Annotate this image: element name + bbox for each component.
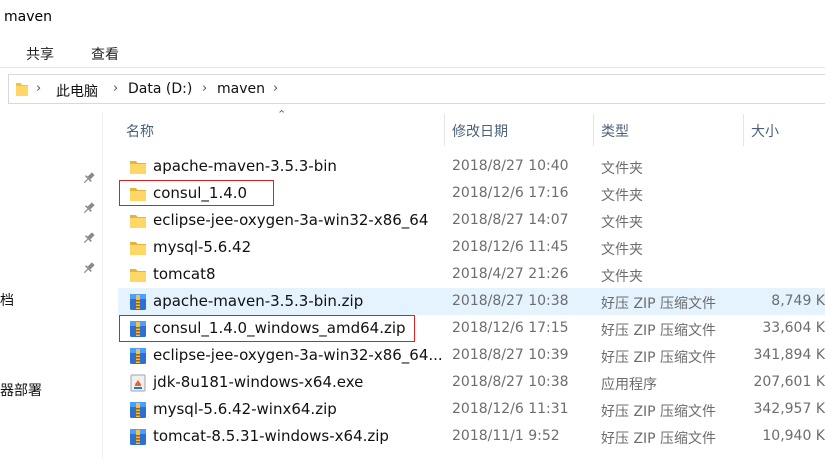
pin-icon[interactable] (81, 170, 97, 186)
file-type: 好压 ZIP 压缩文件 (601, 350, 717, 366)
column-size[interactable]: 大小 (751, 121, 779, 141)
file-row[interactable]: eclipse-jee-oxygen-3a-win32-x86_64 2018/8… (118, 207, 825, 234)
file-name: jdk-8u181-windows-x64.exe (153, 373, 364, 391)
zip-archive-icon (128, 400, 148, 420)
column-divider[interactable] (593, 114, 594, 146)
file-type: 好压 ZIP 压缩文件 (601, 296, 717, 312)
nav-item-partial[interactable]: 器部署 (0, 380, 42, 400)
file-name: mysql-5.6.42 (153, 238, 252, 256)
file-name: apache-maven-3.5.3-bin (153, 157, 337, 175)
file-name: eclipse-jee-oxygen-3a-win32-x86_64... (153, 346, 443, 364)
file-size: 341,894 K (753, 347, 825, 363)
file-size: 207,601 K (753, 374, 825, 390)
file-type: 好压 ZIP 压缩文件 (601, 431, 717, 447)
folder-icon (128, 265, 148, 285)
file-date: 2018/12/6 17:15 (452, 320, 569, 336)
file-name: tomcat8 (153, 265, 216, 283)
folder-icon (15, 81, 29, 101)
zip-archive-icon (128, 427, 148, 447)
pin-icon[interactable] (81, 230, 97, 246)
file-row[interactable]: jdk-8u181-windows-x64.exe 2018/8/27 10:38… (118, 369, 825, 396)
chevron-right-icon[interactable]: › (36, 81, 41, 96)
column-date[interactable]: 修改日期 (452, 121, 508, 141)
file-date: 2018/8/27 10:38 (452, 374, 569, 390)
title-bar: maven (0, 0, 825, 36)
nav-item-partial[interactable]: 档 (0, 290, 14, 310)
column-divider[interactable] (743, 114, 744, 146)
file-name: eclipse-jee-oxygen-3a-win32-x86_64 (153, 211, 429, 229)
file-date: 2018/8/27 10:40 (452, 158, 569, 174)
file-row[interactable]: tomcat8 2018/4/27 21:26 文件夹 (118, 261, 825, 288)
file-list: ⌃ 名称 修改日期 类型 大小 apache-maven-3.5.3-bin 20… (118, 108, 825, 459)
sort-ascending-icon: ⌃ (277, 108, 287, 121)
folder-icon (128, 238, 148, 258)
chevron-right-icon[interactable]: › (273, 81, 278, 96)
chevron-right-icon[interactable]: › (202, 81, 207, 96)
file-type: 文件夹 (601, 242, 643, 258)
column-type[interactable]: 类型 (601, 121, 629, 141)
file-type: 文件夹 (601, 188, 643, 204)
zip-archive-icon (128, 346, 148, 366)
tab-view[interactable]: 查看 (91, 44, 119, 64)
pin-icon[interactable] (81, 200, 97, 216)
file-row[interactable]: apache-maven-3.5.3-bin 2018/8/27 10:40 文件夹 (118, 153, 825, 180)
file-date: 2018/12/6 11:31 (452, 401, 569, 417)
annotation-box (119, 180, 274, 206)
file-date: 2018/8/27 10:38 (452, 293, 569, 309)
file-name: tomcat-8.5.31-windows-x64.zip (153, 427, 389, 445)
breadcrumb-maven[interactable]: maven (217, 81, 265, 97)
tab-share[interactable]: 共享 (26, 44, 54, 64)
file-date: 2018/4/27 21:26 (452, 266, 569, 282)
file-row[interactable]: mysql-5.6.42-winx64.zip 2018/12/6 11:31 好压… (118, 396, 825, 423)
chevron-right-icon[interactable]: › (113, 81, 118, 96)
file-date: 2018/12/6 17:16 (452, 185, 569, 201)
file-type: 文件夹 (601, 215, 643, 231)
file-row[interactable]: apache-maven-3.5.3-bin.zip 2018/8/27 10:3… (118, 288, 825, 315)
ribbon: 共享 查看 (0, 36, 825, 68)
file-row[interactable]: tomcat-8.5.31-windows-x64.zip 2018/11/1 9… (118, 423, 825, 450)
folder-icon (128, 211, 148, 231)
file-type: 好压 ZIP 压缩文件 (601, 404, 717, 420)
column-header: ⌃ 名称 修改日期 类型 大小 (118, 108, 825, 148)
annotation-box (119, 315, 415, 342)
window-title: maven (4, 9, 52, 25)
zip-archive-icon (128, 292, 148, 312)
column-name[interactable]: 名称 (126, 121, 154, 141)
folder-icon (128, 157, 148, 177)
file-size: 33,604 K (762, 320, 825, 336)
address-bar[interactable]: › 此电脑 › Data (D:) › maven › (8, 74, 825, 104)
installer-icon (128, 373, 148, 393)
file-size: 342,957 K (753, 401, 825, 417)
breadcrumb-this-pc[interactable]: 此电脑 (56, 81, 98, 101)
file-date: 2018/8/27 14:07 (452, 212, 569, 228)
breadcrumb-data-drive[interactable]: Data (D:) (128, 81, 192, 97)
file-size: 10,940 K (762, 428, 825, 444)
file-date: 2018/8/27 10:39 (452, 347, 569, 363)
file-type: 应用程序 (601, 377, 657, 393)
file-name: apache-maven-3.5.3-bin.zip (153, 292, 364, 310)
file-row[interactable]: mysql-5.6.42 2018/12/6 11:45 文件夹 (118, 234, 825, 261)
file-date: 2018/12/6 11:45 (452, 239, 569, 255)
pin-icon[interactable] (81, 260, 97, 276)
file-type: 文件夹 (601, 269, 643, 285)
file-name: mysql-5.6.42-winx64.zip (153, 400, 337, 418)
file-type: 好压 ZIP 压缩文件 (601, 323, 717, 339)
file-date: 2018/11/1 9:52 (452, 428, 560, 444)
file-row[interactable]: eclipse-jee-oxygen-3a-win32-x86_64... 201… (118, 342, 825, 369)
navigation-pane: 档 器部署 (0, 112, 103, 459)
file-type: 文件夹 (601, 161, 643, 177)
column-divider[interactable] (444, 114, 445, 146)
file-size: 8,749 K (771, 293, 825, 309)
